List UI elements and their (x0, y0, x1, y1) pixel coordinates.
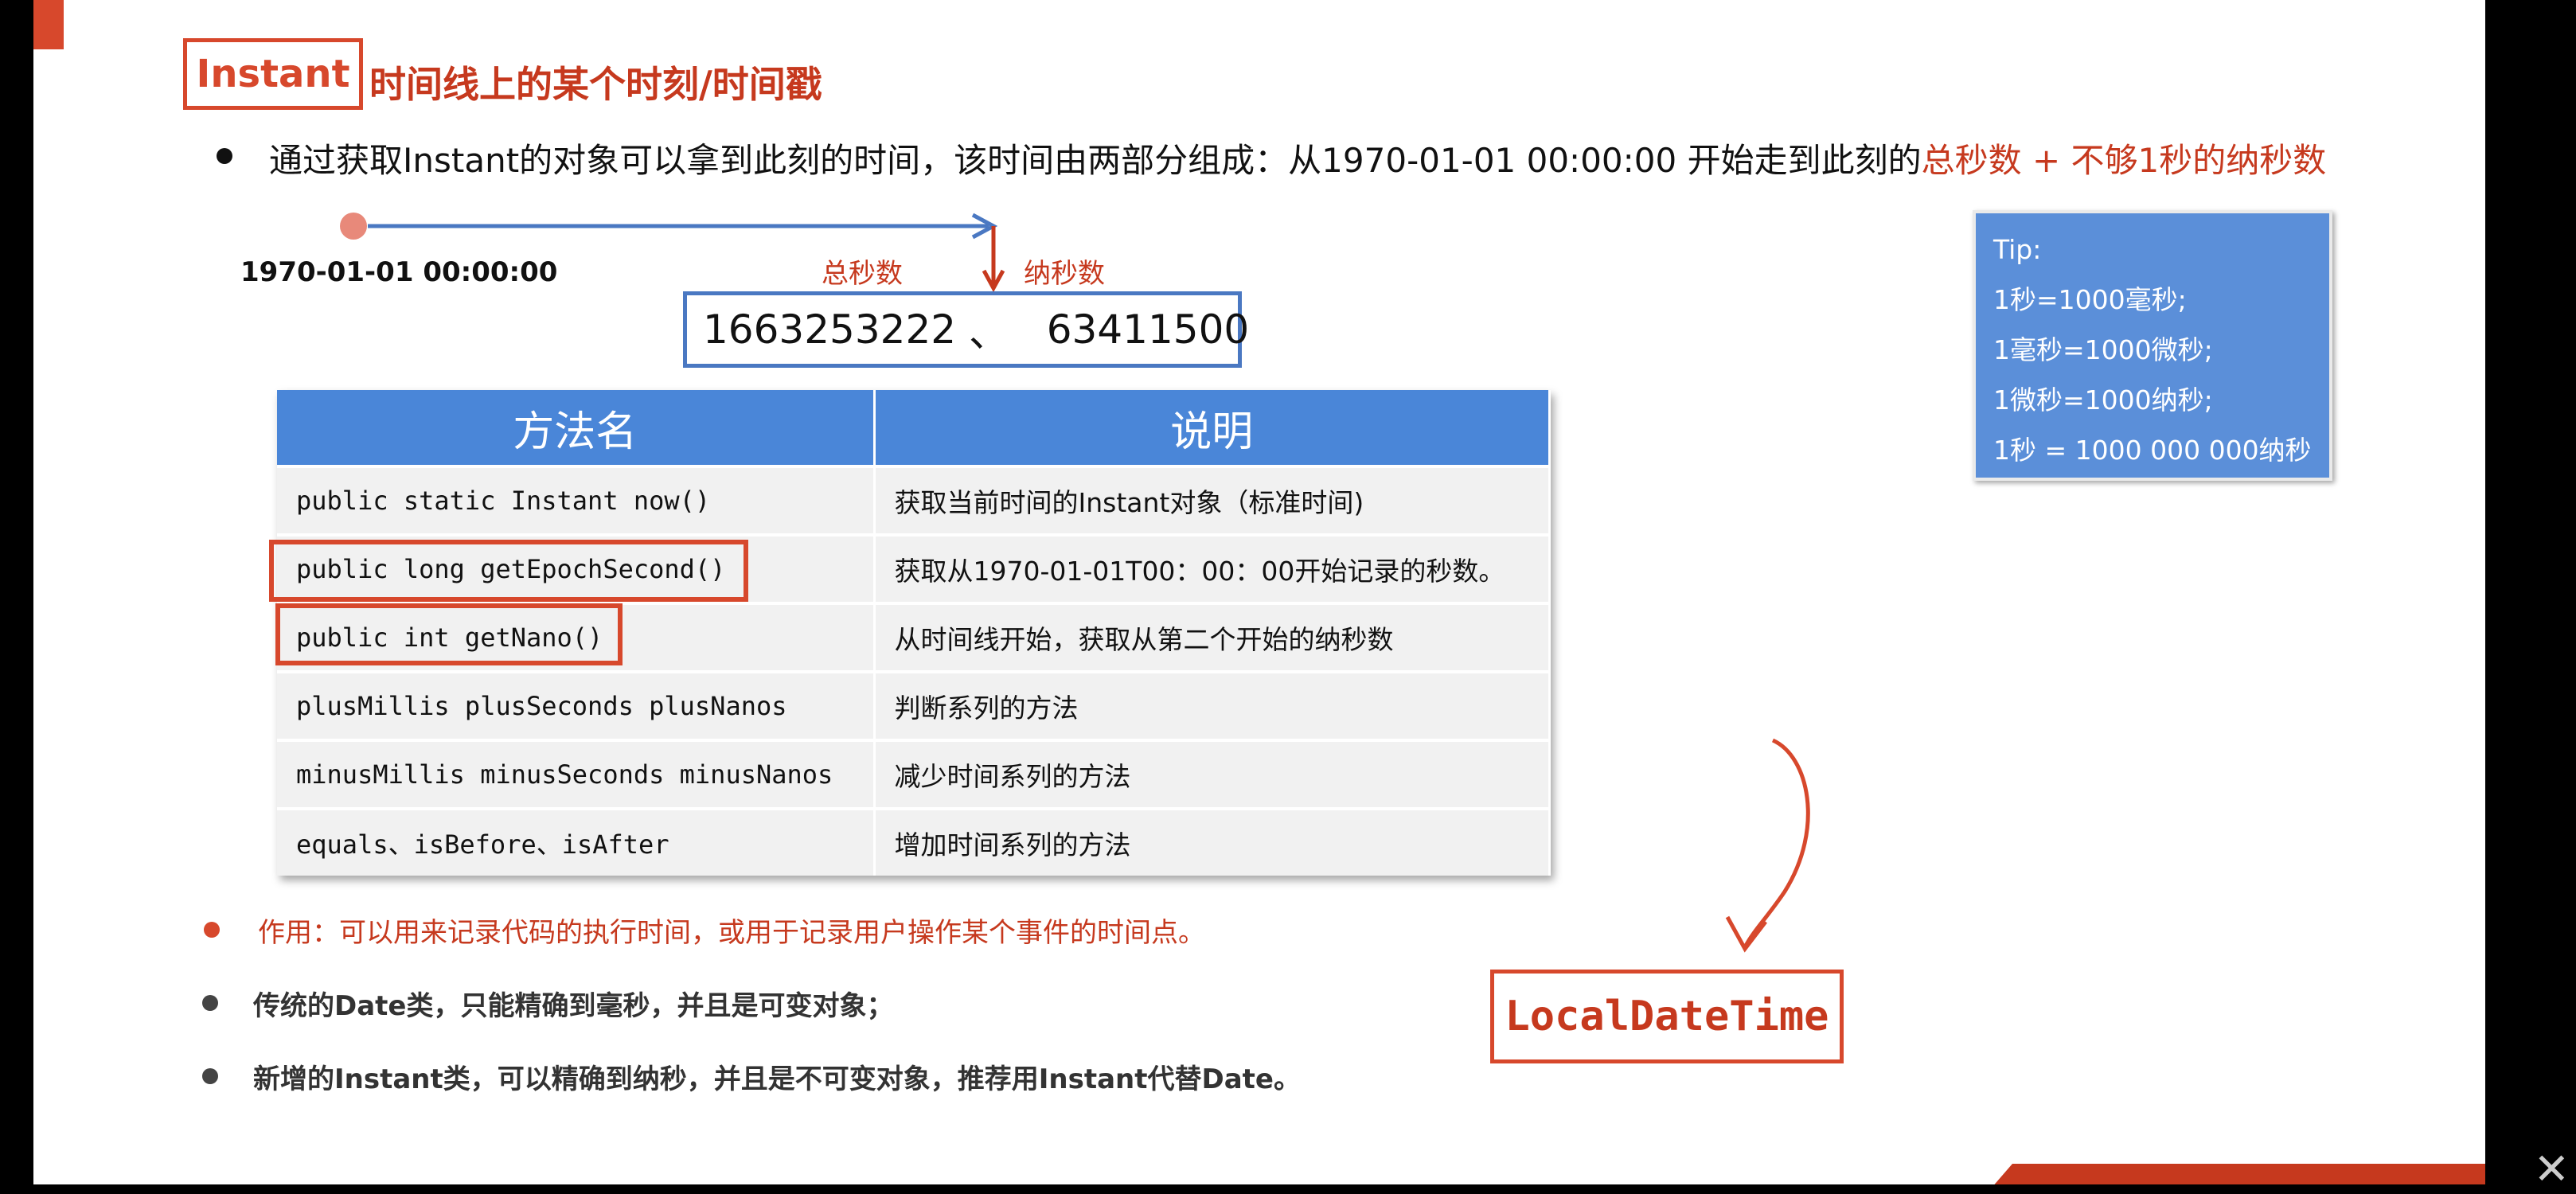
method-description: 增加时间系列的方法 (874, 807, 1551, 876)
method-description: 获取当前时间的Instant对象（标准时间) (874, 465, 1551, 535)
tip-line: Tip: (1993, 234, 2042, 265)
method-description: 判断系列的方法 (874, 670, 1551, 740)
intro-highlight: 总秒数 + 不够1秒的纳秒数 (1921, 141, 2327, 180)
date-class-bullet: 传统的Date类，只能精确到毫秒，并且是可变对象； (253, 990, 894, 1022)
nanos-value: 63411500 (1046, 306, 1250, 353)
timeline-start-point (340, 213, 367, 240)
handdrawn-arrow (1725, 738, 1810, 953)
intro-prefix: 通过获取Instant的对象可以拿到此刻的时间，该时间由两部分组成：从1970-… (269, 141, 1922, 180)
highlight-get-nano (275, 603, 623, 665)
table-row: plusMillis plusSeconds plusNanos 判断系列的方法 (277, 670, 1551, 740)
epoch-label: 1970-01-01 00:00:00 (240, 256, 558, 288)
title-keyword-box: Instant (183, 38, 363, 110)
method-description: 减少时间系列的方法 (874, 739, 1551, 809)
usage-bullet: 作用：可以用来记录代码的执行时间，或用于记录用户操作某个事件的时间点。 (258, 917, 1205, 949)
column-header-description: 说明 (874, 390, 1551, 466)
title-keyword: Instant (196, 52, 350, 96)
bullet-icon (217, 148, 232, 164)
seconds-label: 总秒数 (822, 258, 903, 290)
localdatetime-label-box: LocalDateTime (1490, 970, 1844, 1063)
tip-line: 1秒 = 1000 000 000纳秒 (1993, 435, 2312, 466)
tip-line: 1微秒=1000纳秒; (1993, 384, 2213, 416)
method-name: equals、isBefore、isAfter (277, 807, 876, 876)
value-separator: 、 (969, 310, 1009, 356)
timestamp-value-box: 1663253222 、 63411500 (683, 291, 1249, 368)
method-name: minusMillis minusSeconds minusNanos (277, 739, 876, 809)
bullet-icon (202, 995, 218, 1011)
bullet-icon (202, 1068, 218, 1084)
method-description: 从时间线开始，获取从第二个开始的纳秒数 (874, 602, 1551, 672)
method-description: 获取从1970-01-01T00：00：00开始记录的秒数。 (874, 533, 1551, 603)
table-row: equals、isBefore、isAfter 增加时间系列的方法 (277, 807, 1551, 876)
nanos-label: 纳秒数 (1024, 258, 1105, 290)
instant-class-bullet: 新增的Instant类，可以精确到纳秒，并且是不可变对象，推荐用Instant代… (253, 1063, 1301, 1095)
column-header-method: 方法名 (277, 390, 876, 466)
highlight-epoch-second (269, 540, 748, 602)
page-title: 时间线上的某个时刻/时间戳 (369, 63, 822, 106)
table-row: public static Instant now() 获取当前时间的Insta… (277, 465, 1551, 535)
brand-bar (1992, 1164, 2485, 1184)
corner-mark (33, 0, 64, 49)
intro-text: 通过获取Instant的对象可以拿到此刻的时间，该时间由两部分组成：从1970-… (269, 134, 2326, 182)
localdatetime-label: LocalDateTime (1505, 993, 1829, 1040)
tip-line: 1秒=1000毫秒; (1993, 284, 2187, 315)
method-name: plusMillis plusSeconds plusNanos (277, 670, 876, 740)
method-name: public static Instant now() (277, 465, 876, 535)
table-row: minusMillis minusSeconds minusNanos 减少时间… (277, 739, 1551, 809)
bullet-icon (204, 922, 220, 938)
seconds-value: 1663253222 (703, 306, 957, 353)
tip-line: 1毫秒=1000微秒; (1993, 334, 2213, 365)
slide: Instant 时间线上的某个时刻/时间戳 通过获取Instant的对象可以拿到… (33, 0, 2485, 1184)
tip-box: Tip: 1秒=1000毫秒; 1毫秒=1000微秒; 1微秒=1000纳秒; … (1973, 210, 2332, 481)
